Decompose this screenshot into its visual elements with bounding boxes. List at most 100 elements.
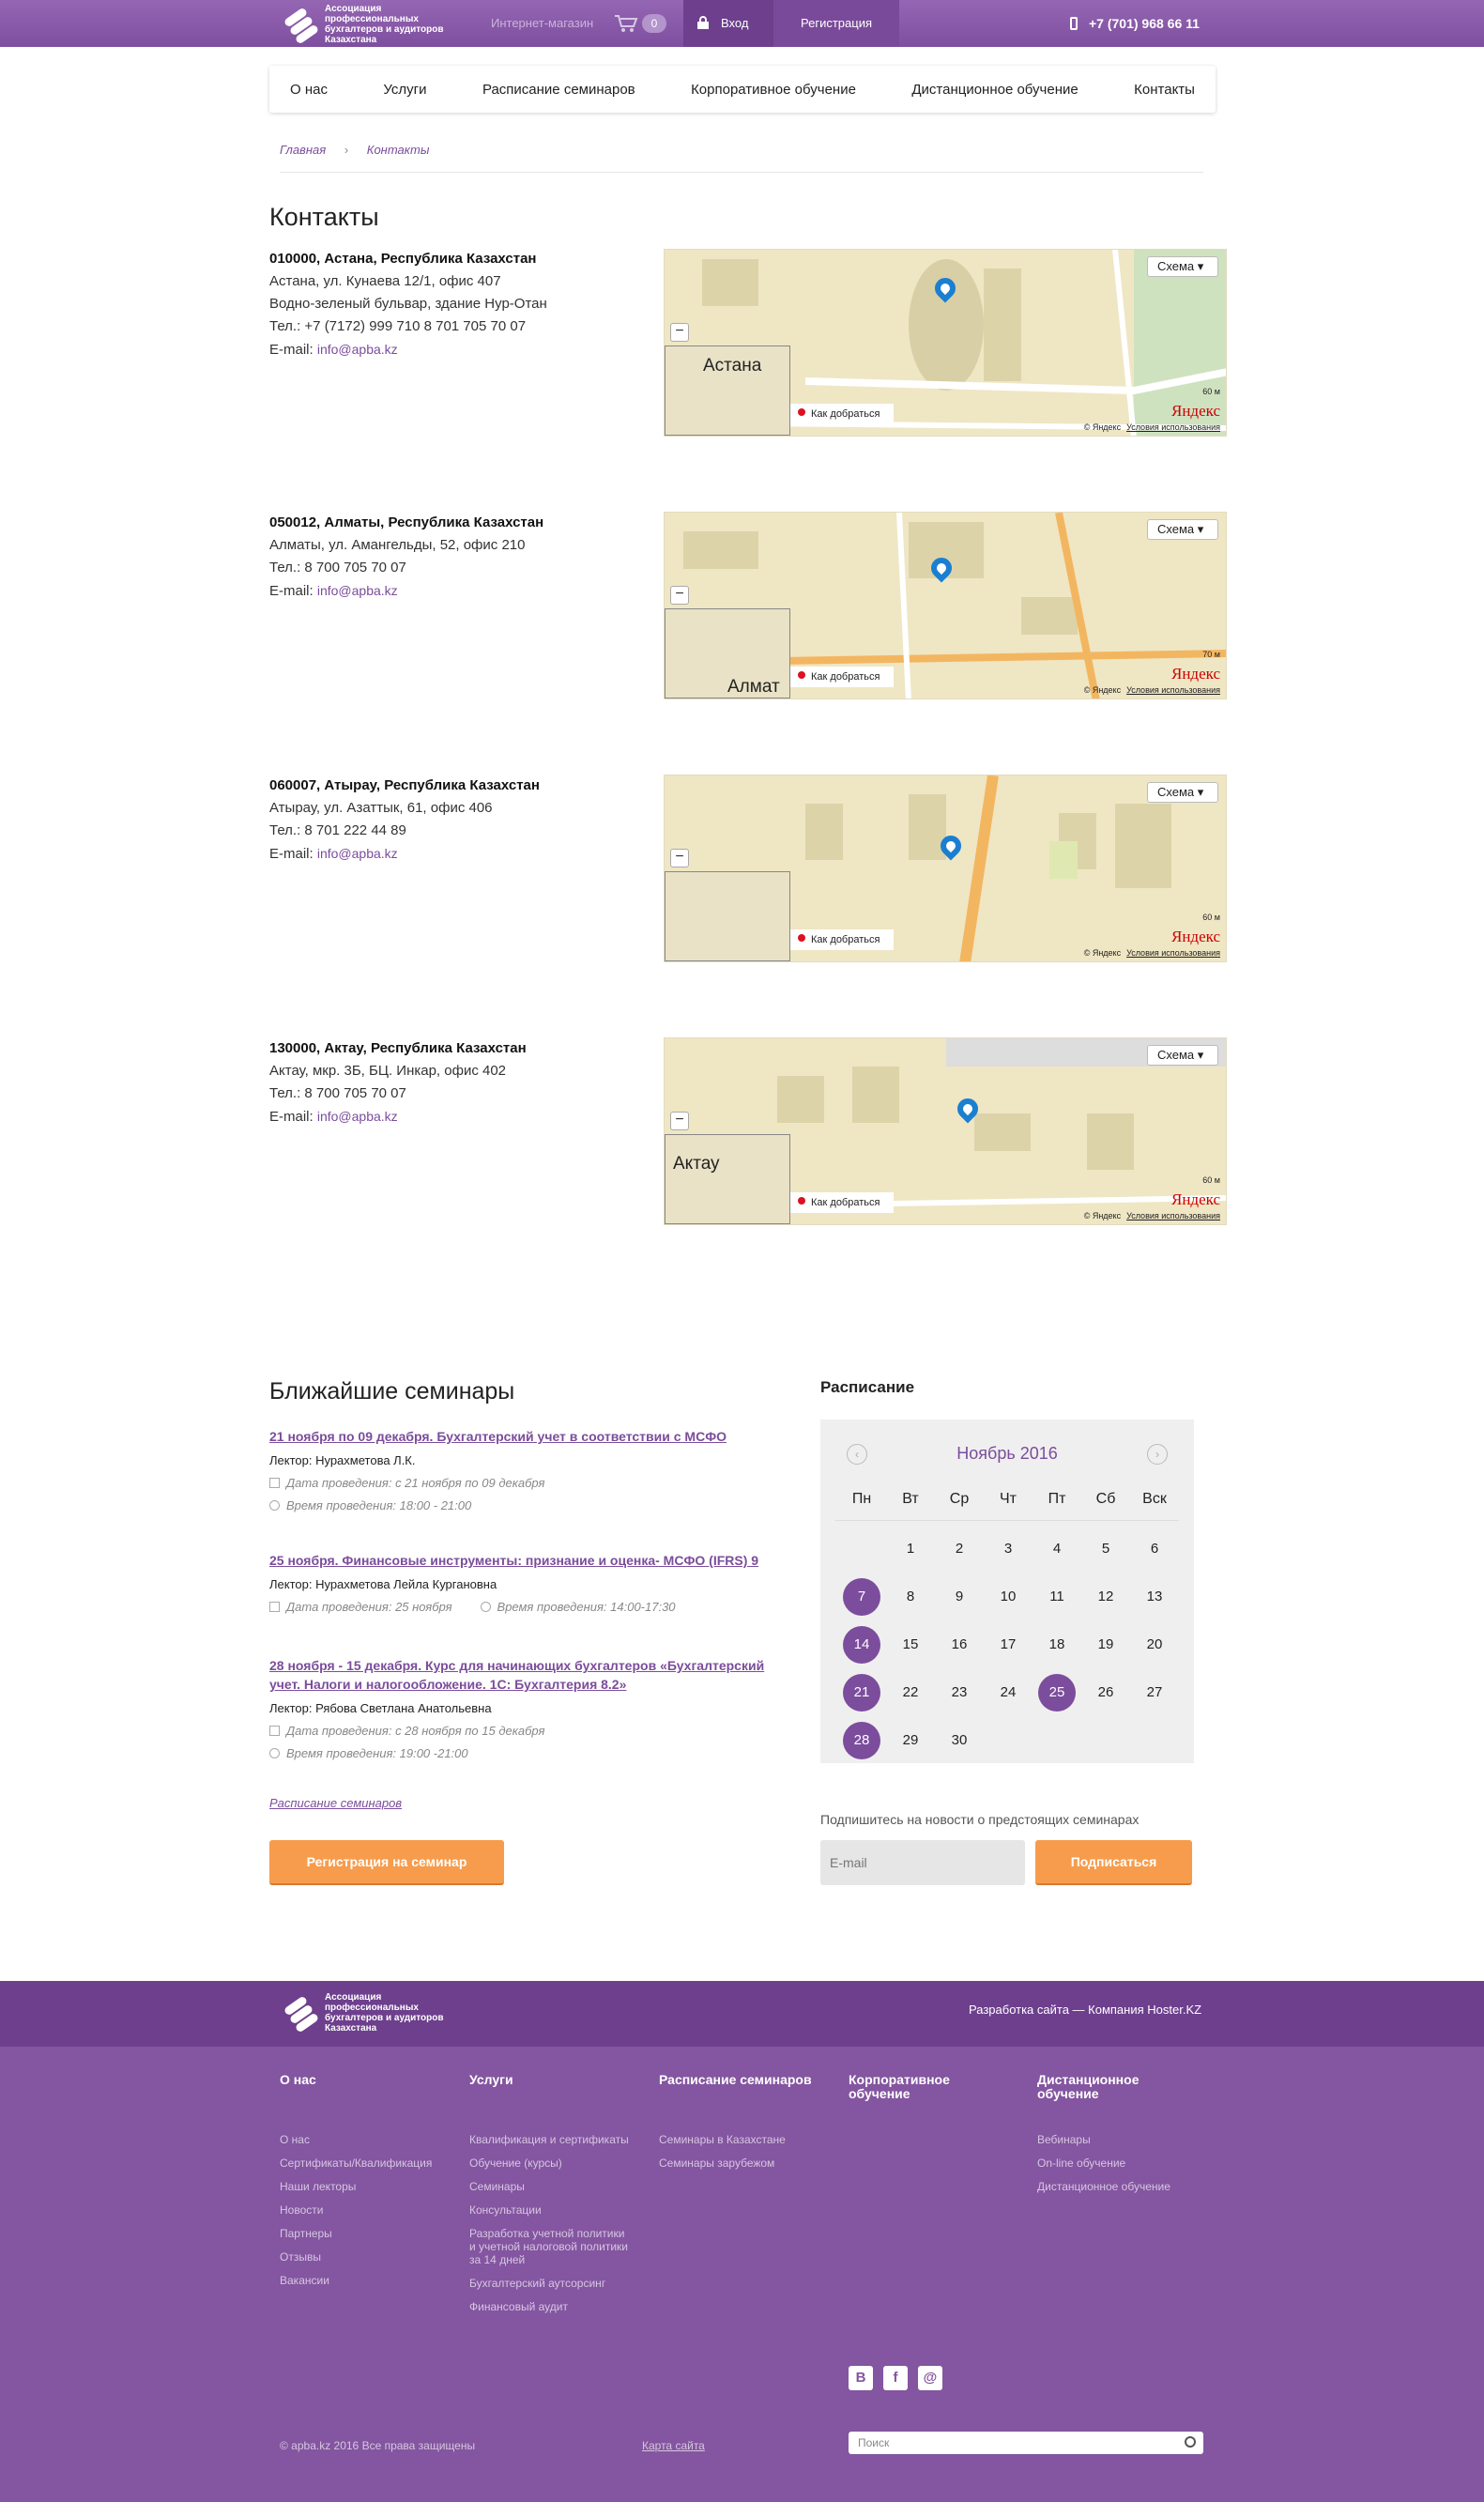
map-terms[interactable]: © Яндекс Условия использования [1084,1211,1220,1220]
map-route-button[interactable]: Как добраться [790,929,894,950]
map-almaty[interactable]: Схема ▾ − Алмат Как добраться 70 м Яндек… [664,512,1227,699]
developer-credit[interactable]: Разработка сайта — Компания Hoster.KZ [969,2003,1201,2017]
all-seminars-link[interactable]: Расписание семинаров [269,1796,402,1810]
calendar-day[interactable]: 21 [843,1674,880,1711]
map-terms-link[interactable]: Условия использования [1126,948,1220,958]
email-link[interactable]: info@apba.kz [317,846,398,861]
calendar-day[interactable]: 2 [941,1530,978,1568]
email-link[interactable]: info@apba.kz [317,342,398,357]
seminar-link[interactable]: 28 ноября - 15 декабря. Курс для начинаю… [269,1656,776,1694]
login-button[interactable]: Вход [683,0,773,47]
header-phone[interactable]: +7 (701) 968 66 11 [1070,0,1200,47]
footer-link[interactable]: Семинары в Казахстане [659,2133,837,2146]
map-terms-link[interactable]: Условия использования [1126,422,1220,432]
seminar-link[interactable]: 25 ноября. Финансовые инструменты: призн… [269,1551,795,1570]
calendar-day[interactable]: 24 [989,1674,1027,1711]
calendar-day[interactable]: 1 [892,1530,929,1568]
footer-link[interactable]: Вакансии [280,2274,458,2287]
nav-distance[interactable]: Дистанционное обучение [911,82,1078,98]
footer-link[interactable]: Партнеры [280,2227,458,2240]
subscribe-button[interactable]: Подписаться [1035,1840,1192,1885]
map-minimap[interactable]: Астана [665,345,790,436]
footer-link[interactable]: Бухгалтерский аутсорсинг [469,2277,629,2290]
footer-link[interactable]: Новости [280,2203,458,2217]
chevron-right-icon[interactable]: › [1147,1444,1168,1465]
calendar-day[interactable]: 12 [1087,1578,1124,1616]
map-minimap[interactable] [665,871,790,961]
shop-link[interactable]: Интернет-магазин [491,0,593,47]
calendar-day[interactable]: 17 [989,1626,1027,1664]
footer-link[interactable]: Отзывы [280,2250,458,2264]
map-astana[interactable]: Схема ▾ − Астана Как добраться 60 м Янде… [664,249,1227,437]
footer-link[interactable]: Сертификаты/Квалификация [280,2157,458,2170]
breadcrumb-home[interactable]: Главная [280,143,326,157]
nav-about[interactable]: О нас [290,82,328,98]
calendar-day[interactable]: 8 [892,1578,929,1616]
footer-logo[interactable]: Ассоциация профессиональных бухгалтеров … [280,1992,475,2034]
map-layer-select[interactable]: Схема ▾ [1147,519,1218,540]
map-route-button[interactable]: Как добраться [790,667,894,687]
vk-icon[interactable]: В [849,2366,873,2390]
calendar-day[interactable]: 28 [843,1722,880,1759]
calendar-day[interactable]: 7 [843,1578,880,1616]
map-layer-select[interactable]: Схема ▾ [1147,1045,1218,1066]
calendar-day[interactable]: 25 [1038,1674,1076,1711]
calendar-day[interactable]: 20 [1136,1626,1173,1664]
email-icon[interactable]: @ [918,2366,942,2390]
calendar-day[interactable]: 22 [892,1674,929,1711]
calendar-day[interactable]: 4 [1038,1530,1076,1568]
map-atyrau[interactable]: Схема ▾ − Как добраться 60 м Яндекс © Ян… [664,775,1227,962]
email-link[interactable]: info@apba.kz [317,583,398,598]
sitemap-link[interactable]: Карта сайта [642,2439,705,2452]
calendar-day[interactable]: 5 [1087,1530,1124,1568]
calendar-day[interactable]: 26 [1087,1674,1124,1711]
footer-link[interactable]: Обучение (курсы) [469,2157,629,2170]
footer-link[interactable]: О нас [280,2133,458,2146]
calendar-day[interactable]: 6 [1136,1530,1173,1568]
footer-link[interactable]: On-line обучение [1037,2157,1197,2170]
footer-link[interactable]: Разработка учетной политики и учетной на… [469,2227,629,2266]
calendar-day[interactable]: 14 [843,1626,880,1664]
map-terms-link[interactable]: Условия использования [1126,685,1220,695]
calendar-day[interactable]: 11 [1038,1578,1076,1616]
seminar-link[interactable]: 21 ноября по 09 декабря. Бухгалтерский у… [269,1427,795,1446]
map-layer-select[interactable]: Схема ▾ [1147,782,1218,803]
calendar-day[interactable]: 19 [1087,1626,1124,1664]
footer-link[interactable]: Квалификация и сертификаты [469,2133,629,2146]
map-zoom-out[interactable]: − [670,323,689,342]
calendar-day[interactable]: 15 [892,1626,929,1664]
footer-link[interactable]: Семинары [469,2180,629,2193]
footer-link[interactable]: Семинары зарубежом [659,2157,837,2170]
calendar-day[interactable]: 29 [892,1722,929,1759]
calendar-day[interactable]: 18 [1038,1626,1076,1664]
calendar-day[interactable]: 27 [1136,1674,1173,1711]
footer-link[interactable]: Дистанционное обучение [1037,2180,1197,2193]
calendar-day[interactable]: 10 [989,1578,1027,1616]
subscribe-email-input[interactable] [820,1840,1025,1885]
map-minimap[interactable]: Алмат [665,608,790,698]
footer-link[interactable]: Финансовый аудит [469,2300,629,2313]
map-zoom-out[interactable]: − [670,849,689,867]
map-route-button[interactable]: Как добраться [790,1192,894,1213]
calendar-day[interactable]: 23 [941,1674,978,1711]
footer-search-input[interactable]: Поиск [849,2432,1203,2454]
nav-services[interactable]: Услуги [383,82,426,98]
map-minimap[interactable]: Актау [665,1134,790,1224]
nav-corporate[interactable]: Корпоративное обучение [691,82,856,98]
calendar-day[interactable]: 13 [1136,1578,1173,1616]
map-terms-link[interactable]: Условия использования [1126,1211,1220,1220]
search-icon[interactable] [1185,2436,1196,2448]
register-button[interactable]: Регистрация [773,0,899,47]
footer-link[interactable]: Вебинары [1037,2133,1197,2146]
calendar-day[interactable]: 3 [989,1530,1027,1568]
footer-link[interactable]: Консультации [469,2203,629,2217]
calendar-day[interactable]: 30 [941,1722,978,1759]
map-terms[interactable]: © Яндекс Условия использования [1084,948,1220,958]
calendar-day[interactable]: 16 [941,1626,978,1664]
email-link[interactable]: info@apba.kz [317,1109,398,1124]
facebook-icon[interactable]: f [883,2366,908,2390]
map-route-button[interactable]: Как добраться [790,404,894,424]
nav-schedule[interactable]: Расписание семинаров [482,82,635,98]
map-layer-select[interactable]: Схема ▾ [1147,256,1218,277]
calendar-day[interactable]: 9 [941,1578,978,1616]
